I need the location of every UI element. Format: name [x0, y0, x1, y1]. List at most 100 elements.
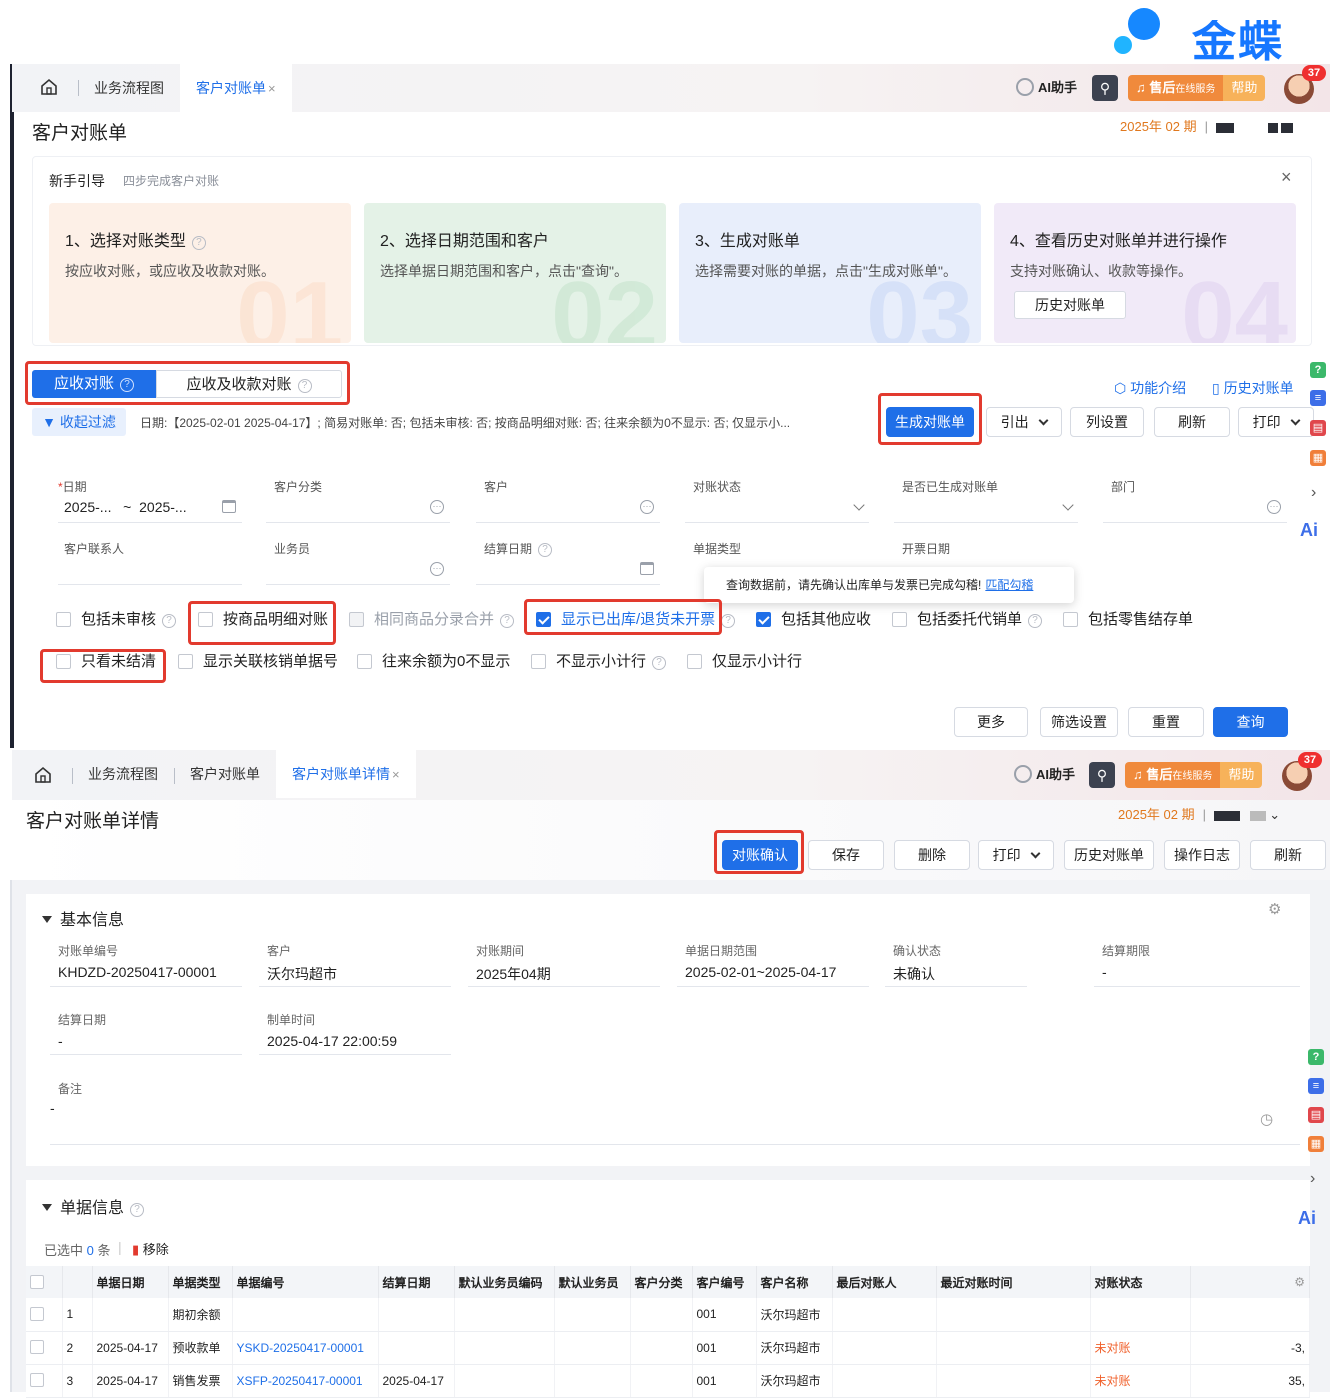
table-row[interactable]: 3 2025-04-17 销售发票 XSFP-20250417-00001 20… [26, 1364, 1310, 1398]
help-icon[interactable]: ? [1028, 614, 1043, 628]
checkbox-hide-subtotal[interactable]: 不显示小计行? [531, 652, 667, 672]
match-link[interactable]: 匹配勾稽 [985, 578, 1033, 592]
ai-assistant-button[interactable]: AI助手 [1016, 76, 1077, 100]
chevron-right-icon[interactable]: › [1311, 484, 1316, 502]
customer-category-input[interactable] [266, 522, 450, 523]
ai-icon[interactable]: Ai [1300, 520, 1318, 541]
clock-icon[interactable]: ◷ [1260, 1110, 1273, 1128]
print-button[interactable]: 打印 [978, 840, 1054, 870]
tab-customer-statement[interactable]: 客户对账单 [174, 750, 276, 798]
settings-icon[interactable]: ⚙ [1268, 900, 1281, 918]
more-button[interactable]: 更多 [954, 707, 1028, 737]
chevron-down-icon[interactable] [853, 499, 865, 511]
tab-receivable-reconcile[interactable]: 应收对账? [32, 370, 156, 398]
checkbox-include-retail[interactable]: 包括零售结存单 [1063, 610, 1193, 630]
chevron-right-icon[interactable]: › [1310, 1170, 1315, 1188]
checkbox-include-other-receivable[interactable]: 包括其他应收 [756, 610, 871, 630]
help-icon[interactable]: ? [130, 1203, 145, 1217]
calendar-icon[interactable] [640, 562, 654, 575]
refresh-button[interactable]: 刷新 [1250, 840, 1326, 870]
ai-assistant-button[interactable]: AI助手 [1014, 763, 1075, 787]
row-checkbox[interactable] [30, 1340, 44, 1354]
chat-icon[interactable]: ≡ [1308, 1078, 1324, 1094]
question-icon[interactable]: ? [1308, 1049, 1324, 1065]
tab-business-flow[interactable]: 业务流程图 [78, 64, 180, 112]
period-selector[interactable]: 2025年 02 期 | [1120, 116, 1294, 135]
remark-value[interactable]: - [50, 1100, 55, 1116]
settle-date-input[interactable] [476, 584, 660, 585]
row-checkbox[interactable] [30, 1373, 44, 1387]
help-icon[interactable]: ? [721, 614, 736, 628]
document-info-title[interactable]: 单据信息? [42, 1194, 145, 1218]
reconcile-confirm-button[interactable]: 对账确认 [722, 840, 798, 870]
search-button[interactable]: ⚲ [1089, 762, 1115, 788]
tab-customer-statement[interactable]: 客户对账单 × [180, 64, 292, 112]
gift-icon[interactable]: ▦ [1308, 1136, 1324, 1152]
calendar-icon[interactable] [222, 500, 236, 513]
close-icon[interactable]: × [392, 767, 400, 782]
home-icon[interactable] [34, 766, 52, 784]
chat-icon[interactable]: ≡ [1310, 390, 1326, 406]
gift-icon[interactable]: ▦ [1310, 450, 1326, 466]
close-icon[interactable]: × [268, 81, 276, 96]
remove-button[interactable]: ▮ 移除 [132, 1239, 169, 1258]
search-button[interactable]: ⚲ [1092, 75, 1118, 101]
checkbox-hide-zero-balance[interactable]: 往来余额为0不显示 [357, 652, 510, 672]
tab-statement-detail[interactable]: 客户对账单详情 × [276, 750, 416, 798]
period-selector[interactable]: 2025年 02 期 | ⌄ [1118, 804, 1280, 823]
reset-button[interactable]: 重置 [1128, 707, 1204, 737]
checkbox-only-subtotal[interactable]: 仅显示小计行 [687, 652, 802, 672]
help-icon[interactable]: ? [191, 236, 206, 250]
export-button[interactable]: 引出 [986, 407, 1062, 437]
after-sales-service[interactable]: ♫ 售后在线服务 帮助 [1125, 762, 1263, 788]
refresh-button[interactable]: 刷新 [1154, 407, 1230, 437]
help-icon[interactable]: ? [162, 614, 177, 628]
department-input[interactable] [1103, 522, 1287, 523]
generated-select[interactable] [894, 522, 1078, 523]
ai-icon[interactable]: Ai [1298, 1208, 1316, 1229]
calendar-icon[interactable]: ▤ [1310, 420, 1326, 436]
feature-intro-link[interactable]: ⬡ 功能介绍 [1114, 378, 1186, 398]
more-icon[interactable]: ··· [640, 500, 654, 514]
more-icon[interactable]: ··· [430, 562, 444, 576]
more-icon[interactable]: ··· [1267, 500, 1281, 514]
select-all-checkbox[interactable] [30, 1274, 44, 1289]
checkbox-only-unsettled[interactable]: 只看未结清 [56, 652, 156, 672]
checkbox-include-unaudited[interactable]: 包括未审核? [56, 610, 177, 630]
column-settings-icon[interactable]: ⚙ [1294, 1275, 1305, 1289]
help-button[interactable]: 帮助 [1220, 762, 1263, 788]
history-statement-link[interactable]: ▯ 历史对账单 [1212, 378, 1294, 398]
salesperson-input[interactable] [266, 584, 450, 585]
print-button[interactable]: 打印 [1238, 407, 1314, 437]
date-range-input[interactable]: 2025-... ~ 2025-... [64, 499, 187, 515]
operation-log-button[interactable]: 操作日志 [1164, 840, 1240, 870]
close-icon[interactable]: × [1281, 167, 1292, 188]
query-button[interactable]: 查询 [1213, 707, 1288, 737]
after-sales-service[interactable]: ♫ 售后在线服务 帮助 [1128, 75, 1266, 101]
help-icon[interactable]: ? [652, 656, 667, 670]
question-icon[interactable]: ? [1310, 362, 1326, 378]
checkbox-show-writeoff-no[interactable]: 显示关联核销单据号 [178, 652, 338, 672]
checkbox-by-product-detail[interactable]: 按商品明细对账 [198, 610, 328, 630]
contact-input[interactable] [58, 584, 242, 585]
table-row[interactable]: 2 2025-04-17 预收款单 YSKD-20250417-00001 00… [26, 1331, 1310, 1365]
history-statement-button[interactable]: 历史对账单 [1064, 840, 1154, 870]
column-settings-button[interactable]: 列设置 [1070, 407, 1144, 437]
save-button[interactable]: 保存 [808, 840, 884, 870]
history-statement-button[interactable]: 历史对账单 [1014, 291, 1126, 319]
checkbox-show-uninvoiced[interactable]: 显示已出库/退货未开票? [536, 610, 736, 630]
checkbox-include-consignment[interactable]: 包括委托代销单? [892, 610, 1043, 630]
generate-statement-button[interactable]: 生成对账单 [886, 407, 974, 437]
more-icon[interactable]: ··· [430, 500, 444, 514]
help-icon[interactable]: ? [538, 543, 553, 557]
reconcile-status-select[interactable] [685, 522, 869, 523]
help-button[interactable]: 帮助 [1223, 75, 1266, 101]
tab-business-flow[interactable]: 业务流程图 [72, 750, 174, 798]
row-checkbox[interactable] [30, 1306, 44, 1321]
home-icon[interactable] [40, 78, 58, 96]
calendar-icon[interactable]: ▤ [1308, 1107, 1324, 1123]
basic-info-title[interactable]: 基本信息 [42, 906, 124, 930]
filter-settings-button[interactable]: 筛选设置 [1040, 707, 1118, 737]
help-icon[interactable]: ? [500, 614, 515, 628]
chevron-down-icon[interactable] [1062, 499, 1074, 511]
